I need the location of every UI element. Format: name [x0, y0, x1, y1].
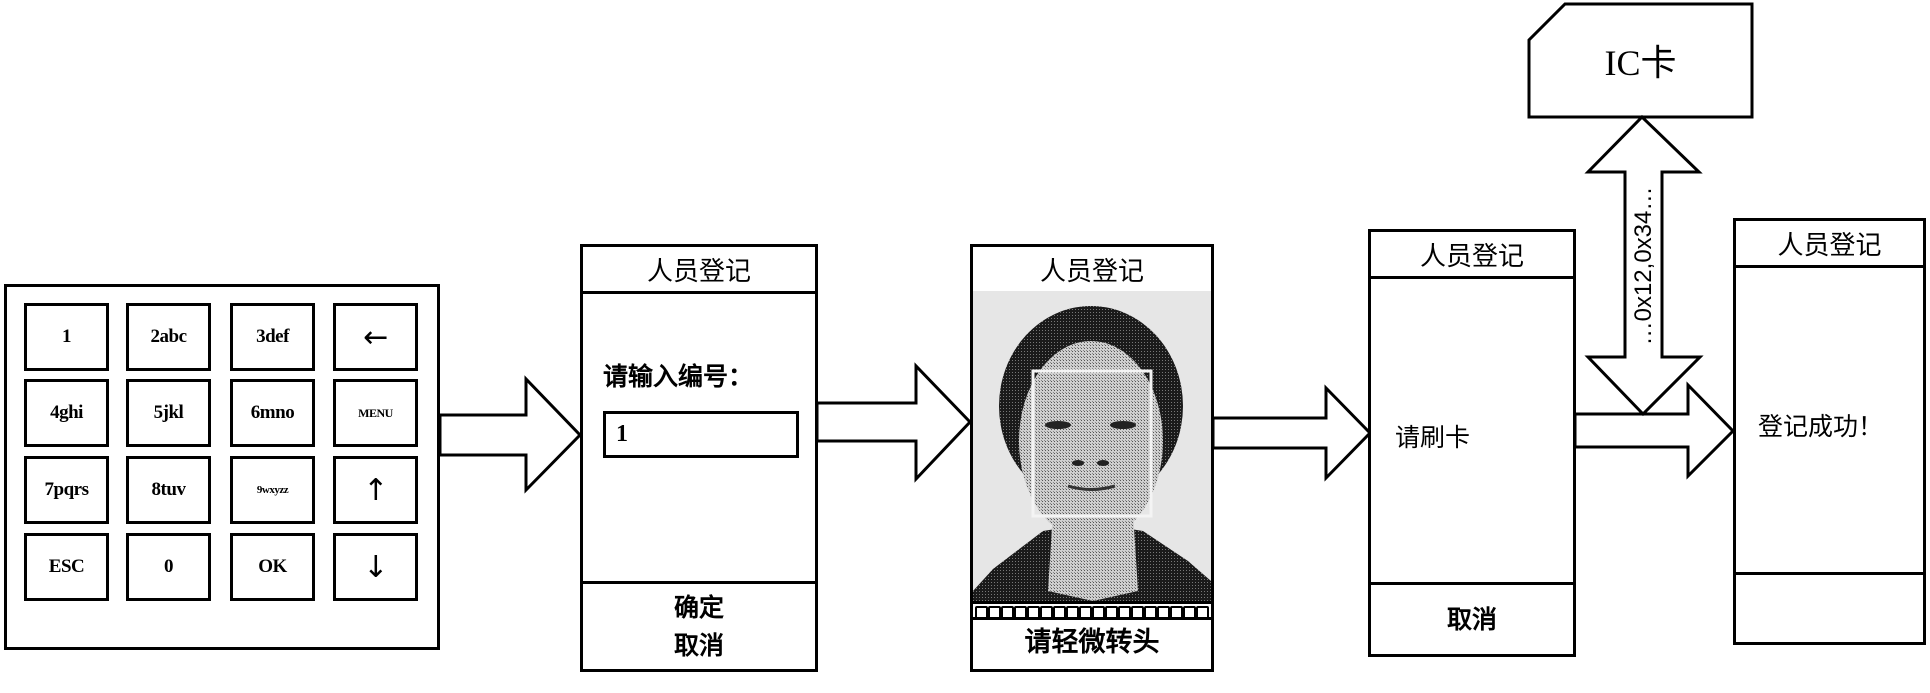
ic-data-label-rotated: …0x12,0x34… — [1629, 166, 1659, 366]
screen-face-capture: 人员登记 请轻微转头 — [970, 244, 1214, 672]
id-input-field[interactable]: 1 — [603, 411, 799, 458]
screen-footer: 请轻微转头 — [973, 617, 1211, 669]
cancel-button[interactable]: 取消 — [1447, 601, 1497, 639]
confirm-button[interactable]: 确定 — [674, 589, 724, 627]
screen-title: 人员登记 — [973, 247, 1211, 294]
screen-title: 人员登记 — [583, 247, 815, 294]
screen-footer: 确定 取消 — [583, 581, 815, 669]
swipe-card-prompt: 请刷卡 — [1395, 423, 1471, 452]
screen-footer: 取消 — [1371, 582, 1573, 654]
screen-success: 人员登记 登记成功！ — [1733, 218, 1926, 645]
cancel-button[interactable]: 取消 — [674, 627, 724, 665]
id-input-value: 1 — [616, 421, 628, 447]
screen-swipe-card: 人员登记 请刷卡 取消 — [1368, 229, 1576, 657]
flow-arrow-input-to-face — [815, 362, 973, 483]
screen-input-id: 人员登记 请输入编号： 1 确定 取消 — [580, 244, 818, 672]
id-prompt: 请输入编号： — [603, 362, 754, 391]
flow-arrow-keypad-to-input — [438, 375, 583, 494]
ic-data-label-text: …0x12,0x34… — [1630, 186, 1657, 346]
screen-title: 人员登记 — [1736, 221, 1923, 268]
face-portrait-image — [973, 291, 1211, 601]
screen-title: 人员登记 — [1371, 232, 1573, 279]
ic-card-label: IC卡 — [1604, 43, 1677, 83]
turn-head-instruction: 请轻微转头 — [1024, 627, 1160, 658]
screen-footer-empty — [1736, 572, 1923, 642]
success-message: 登记成功！ — [1758, 412, 1884, 441]
face-photo — [973, 291, 1211, 601]
flow-arrow-face-to-swipe — [1211, 384, 1373, 482]
